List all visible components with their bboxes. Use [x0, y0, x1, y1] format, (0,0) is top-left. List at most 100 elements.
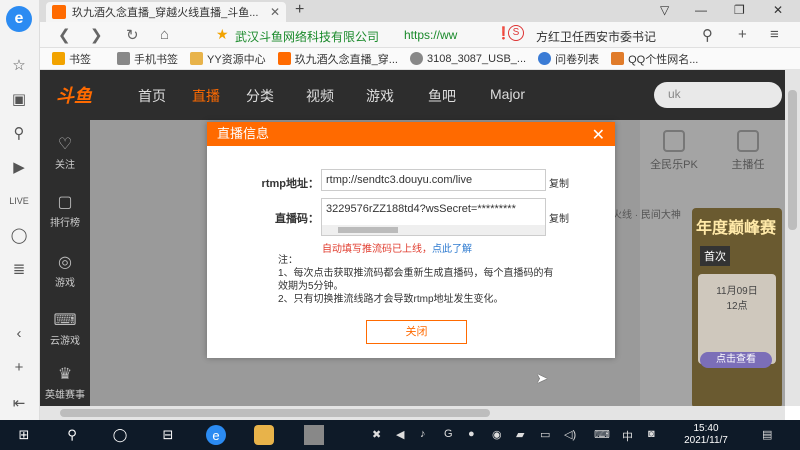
globe-icon — [409, 52, 423, 65]
url-input[interactable]: https://ww — [404, 28, 457, 42]
search-icon[interactable]: ⚲ — [8, 122, 30, 144]
dialog-close-icon[interactable]: ✕ — [592, 124, 605, 148]
nav-home[interactable]: 首页 — [138, 86, 166, 106]
network-icon[interactable]: ▭ — [540, 428, 550, 441]
search-icon[interactable]: ⚲ — [702, 26, 713, 44]
breadcrumb[interactable]: 火线 · 民间大神 — [612, 206, 681, 221]
windows-start-icon[interactable]: ⊞ — [14, 425, 34, 445]
tab-bar: 玖九酒久念直播_穿越火线直播_斗鱼... ✕ + ▽ — ❐ ✕ — [40, 0, 800, 22]
tab-close-icon[interactable]: ✕ — [270, 5, 280, 19]
game-icon: ◎ — [58, 254, 72, 271]
nav-category[interactable]: 分类 — [246, 86, 274, 106]
bookmark-item[interactable]: 玖九酒久念直播_穿... — [277, 51, 398, 67]
back-arrow-icon[interactable]: ❮ — [58, 26, 71, 44]
stream-code-field[interactable]: 3229576rZZ188td4?wsSecret=********* — [321, 198, 546, 236]
warning-text: 自动填写推流码已上线，点此了解 — [322, 244, 472, 255]
bookmark-item[interactable]: 手机书签 — [117, 51, 178, 67]
scroll-thumb[interactable] — [60, 409, 490, 417]
nav-game[interactable]: 游戏 — [366, 86, 394, 106]
taskbar: ⊞ ⚲ ◯ ⊟ e ✖ ◀ ♪ G ● ◉ ▰ ▭ ◁) ⌨ 中 ◙ 15:40… — [0, 420, 800, 450]
bookmark-item[interactable]: 问卷列表 — [538, 51, 599, 67]
browser-logo-icon[interactable]: e — [6, 6, 32, 32]
video-icon[interactable]: ▶ — [8, 156, 30, 178]
nav-fishbar[interactable]: 鱼吧 — [428, 86, 456, 106]
forward-arrow-icon[interactable]: ❯ — [90, 26, 103, 44]
back-icon[interactable]: ‹ — [8, 322, 30, 344]
nav-live[interactable]: 直播 — [192, 86, 220, 106]
field-scroll-thumb[interactable] — [338, 227, 398, 233]
news-ticker[interactable]: 方红卫任西安市委书记 — [536, 28, 656, 45]
nav-major[interactable]: Major — [490, 86, 525, 102]
side-ranking[interactable]: ▢ 排行榜 — [40, 192, 90, 229]
side-follow[interactable]: ♡ 关注 — [40, 134, 90, 171]
clock[interactable]: 15:40 2021/11/7 — [676, 423, 736, 447]
record-icon[interactable]: ● — [468, 428, 475, 440]
notification-icon[interactable]: ▤ — [762, 428, 772, 441]
cloud-game-icon: ⌨ — [53, 312, 77, 329]
new-tab-button[interactable]: + — [295, 1, 304, 19]
stream-code-value: 3229576rZZ188td4?wsSecret=********* — [326, 203, 516, 215]
side-esports[interactable]: ♛ 英雄赛事 — [40, 364, 90, 401]
favorites-icon[interactable]: ☆ — [8, 54, 30, 76]
app-taskbar-icon[interactable] — [254, 425, 274, 445]
rtmp-address-field[interactable]: rtmp://sendtc3.douyu.com/live — [321, 169, 546, 191]
menu-icon[interactable]: ≡ — [770, 26, 779, 43]
task-view-icon[interactable]: ◯ — [110, 425, 130, 445]
screen: e ☆ ▣ ⚲ ▶ LIVE ◯ ≣ ‹ + ⇤ 玖九酒久念直播_穿越火线直播_… — [0, 0, 800, 450]
g-icon[interactable]: G — [444, 428, 453, 440]
nav-video[interactable]: 视频 — [306, 86, 334, 106]
pk-entry[interactable]: 全民乐PK — [644, 130, 704, 172]
microphone-icon[interactable]: ♪ — [420, 428, 426, 440]
add-icon[interactable]: + — [738, 26, 747, 43]
site-identity[interactable]: 武汉斗鱼网络科技有限公司 — [235, 28, 379, 45]
promo-banner[interactable]: 年度巅峰赛 11月09日 12点 点击查看 — [692, 208, 782, 406]
home-icon[interactable]: ⌂ — [160, 26, 169, 43]
bookmark-item[interactable]: QQ个性网名... — [611, 51, 698, 67]
qq-tray-icon[interactable]: ◙ — [648, 428, 655, 440]
volume-icon[interactable]: ◁) — [564, 428, 576, 441]
side-games[interactable]: ◎ 游戏 — [40, 252, 90, 289]
chat-icon[interactable]: ◯ — [8, 224, 30, 246]
tray-app-icon[interactable]: ✖ — [372, 428, 381, 441]
add-icon[interactable]: + — [8, 356, 30, 378]
survey-icon — [538, 52, 552, 65]
search-icon[interactable]: ⚲ — [62, 425, 82, 445]
collapse-icon[interactable]: ⇤ — [8, 392, 30, 414]
restore-icon[interactable]: ❐ — [734, 3, 745, 17]
field-scrollbar[interactable] — [322, 225, 545, 235]
close-window-icon[interactable]: ✕ — [773, 3, 783, 17]
bookmark-item[interactable]: 书签 — [52, 51, 91, 67]
browser-taskbar-icon[interactable]: e — [206, 425, 226, 445]
copy-code-button[interactable]: 复制 — [549, 210, 569, 225]
side-cloud-game[interactable]: ⌨ 云游戏 — [40, 310, 90, 347]
obs-taskbar-icon[interactable] — [304, 425, 324, 445]
vertical-scrollbar[interactable] — [785, 70, 800, 406]
live-icon[interactable]: LIVE — [8, 190, 30, 212]
horizontal-scrollbar[interactable] — [40, 406, 785, 420]
host-task-entry[interactable]: 主播任 — [718, 130, 778, 172]
refresh-icon[interactable]: ↻ — [126, 26, 139, 44]
close-button[interactable]: 关闭 — [366, 320, 467, 344]
nvidia-icon[interactable]: ▰ — [516, 428, 524, 441]
ime-indicator[interactable]: 中 — [622, 428, 633, 444]
promo-view-button[interactable]: 点击查看 — [700, 352, 772, 368]
notes-icon[interactable]: ≣ — [8, 258, 30, 280]
scroll-thumb[interactable] — [788, 90, 797, 230]
promo-date: 11月09日 — [716, 286, 758, 297]
promo-date-card: 11月09日 12点 — [698, 274, 776, 364]
shirt-icon[interactable]: ▽ — [660, 3, 669, 17]
tray-arrow-icon[interactable]: ◀ — [396, 428, 404, 441]
bookmark-star-icon[interactable]: ★ — [216, 26, 229, 43]
widgets-icon[interactable]: ⊟ — [158, 425, 178, 445]
bookmark-item[interactable]: YY资源中心 — [190, 51, 266, 67]
tray-icon[interactable]: ◉ — [492, 428, 502, 441]
douyu-logo[interactable]: 斗鱼 — [56, 82, 126, 108]
suggest-badge-icon[interactable]: S — [508, 25, 524, 41]
tab-active[interactable]: 玖九酒久念直播_穿越火线直播_斗鱼... ✕ — [46, 2, 286, 22]
copy-rtmp-button[interactable]: 复制 — [549, 175, 569, 190]
minimize-icon[interactable]: — — [695, 3, 707, 17]
bookmark-item[interactable]: 3108_3087_USB_... — [409, 52, 526, 65]
site-search-input[interactable]: uk — [654, 82, 782, 108]
keyboard-icon[interactable]: ⌨ — [594, 428, 610, 441]
briefcase-icon[interactable]: ▣ — [8, 88, 30, 110]
